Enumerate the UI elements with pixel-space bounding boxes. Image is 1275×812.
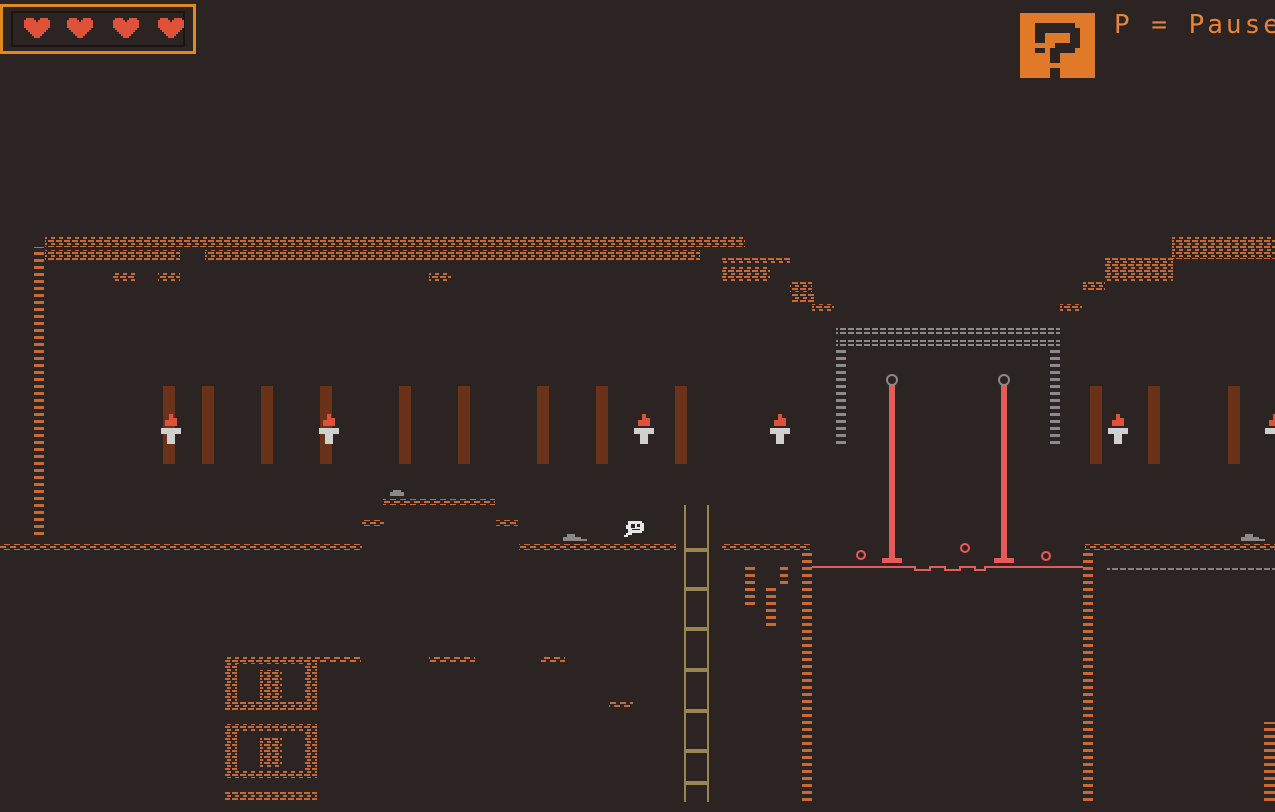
laser-floor	[812, 566, 1083, 571]
torch-icon	[634, 414, 654, 444]
left-wall	[34, 247, 44, 537]
rock-icon	[390, 490, 404, 496]
torch-icon	[1108, 414, 1128, 444]
laser-pillar-icon	[882, 374, 902, 563]
game-world	[0, 237, 1275, 802]
laser-orbs	[856, 543, 1051, 561]
game-stage: P = Pause	[0, 0, 1275, 812]
rock-icon	[563, 534, 587, 541]
rock-icon	[1241, 534, 1265, 541]
right-wall	[1264, 722, 1275, 802]
pit-wall-right	[1083, 550, 1093, 802]
pit-wall-left	[802, 550, 812, 802]
rocks	[390, 490, 1265, 541]
skull-character-icon[interactable]	[624, 521, 644, 537]
torches	[161, 414, 1275, 444]
brick-structure	[225, 656, 317, 800]
torch-icon	[1265, 414, 1275, 434]
ceiling	[45, 237, 1275, 312]
stone-gate	[836, 326, 1060, 447]
ladder-icon[interactable]	[684, 505, 709, 802]
laser-pillar-icon	[994, 374, 1014, 563]
torch-icon	[770, 414, 790, 444]
stalactites	[745, 566, 788, 628]
